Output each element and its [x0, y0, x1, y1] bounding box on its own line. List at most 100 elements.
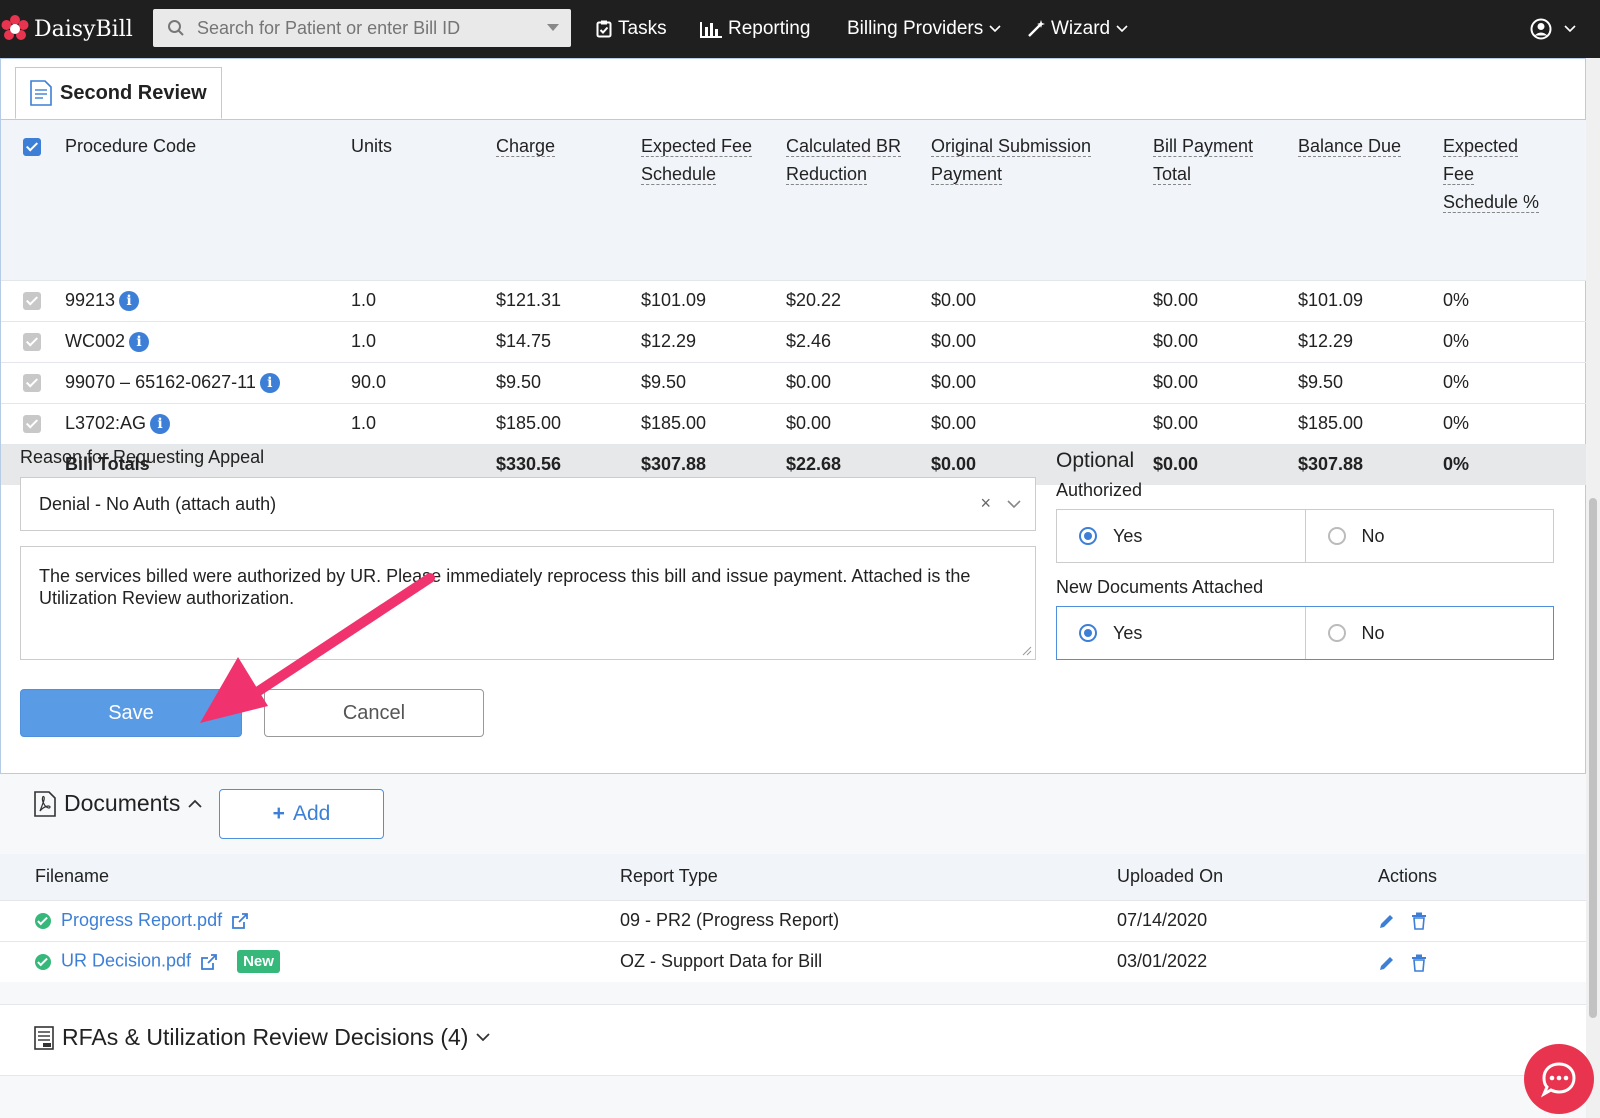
- new-docs-yes-radio[interactable]: Yes: [1057, 607, 1305, 659]
- row-checkbox[interactable]: [23, 333, 41, 352]
- procedures-table: Procedure Code Units Charge Expected Fee…: [1, 120, 1587, 485]
- check-circle-icon: [35, 953, 51, 970]
- external-link-icon[interactable]: [200, 953, 218, 971]
- scrollbar-thumb[interactable]: [1589, 498, 1597, 1018]
- brand[interactable]: DaisyBill: [0, 14, 150, 44]
- balance-cell: $12.29: [1298, 320, 1443, 362]
- nav-wizard[interactable]: Wizard: [1027, 0, 1134, 58]
- payment-cell: $0.00: [1153, 279, 1298, 321]
- charge-cell: $9.50: [496, 361, 641, 403]
- procedures-header-row: Procedure Code Units Charge Expected Fee…: [1, 120, 1587, 280]
- br-cell: $0.00: [786, 361, 931, 403]
- units-cell: 1.0: [351, 279, 496, 321]
- reason-select[interactable]: Denial - No Auth (attach auth) ×: [20, 477, 1036, 531]
- procedure-code: WC002: [65, 330, 126, 351]
- rfa-title: RFAs & Utilization Review Decisions (4): [62, 1024, 469, 1050]
- page-scrollbar[interactable]: [1586, 58, 1600, 1118]
- fee-cell: $185.00: [641, 402, 786, 444]
- tab-second-review[interactable]: Second Review: [15, 67, 222, 119]
- charge-cell: $121.31: [496, 279, 641, 321]
- header-bill-payment: Bill Payment Total: [1153, 136, 1254, 185]
- table-row: 99213 i 1.0 $121.31 $101.09 $20.22 $0.00 …: [1, 279, 1587, 321]
- chat-button[interactable]: [1524, 1044, 1594, 1114]
- header-expected-fee: Expected Fee Schedule: [641, 136, 753, 185]
- save-button[interactable]: Save: [20, 689, 242, 737]
- chevron-down-icon[interactable]: [1007, 492, 1021, 516]
- top-navigation: DaisyBill Tasks Reporting Billing Provid…: [0, 0, 1600, 58]
- total-payment: $0.00: [1153, 443, 1298, 485]
- nav-wizard-label: Wizard: [1051, 18, 1111, 39]
- documents-header-row: Filename Report Type Uploaded On Actions: [0, 854, 1586, 900]
- rfa-document-icon: [34, 1025, 54, 1050]
- info-icon[interactable]: i: [119, 291, 140, 312]
- trash-icon[interactable]: [1411, 912, 1427, 931]
- pct-cell: 0%: [1443, 402, 1587, 444]
- add-document-button[interactable]: + Add: [219, 789, 384, 839]
- resize-handle-icon[interactable]: [1022, 646, 1032, 656]
- units-cell: 1.0: [351, 320, 496, 362]
- authorized-no-radio[interactable]: No: [1304, 510, 1554, 562]
- total-balance: $307.88: [1298, 443, 1443, 485]
- select-all-checkbox[interactable]: [23, 138, 41, 157]
- pct-cell: 0%: [1443, 320, 1587, 362]
- edit-pencil-icon[interactable]: [1378, 954, 1396, 972]
- pct-cell: 0%: [1443, 279, 1587, 321]
- br-cell: $0.00: [786, 402, 931, 444]
- table-row: UR Decision.pdf New OZ - Support Data fo…: [0, 940, 1586, 982]
- user-avatar-icon: [1530, 18, 1552, 40]
- cancel-button[interactable]: Cancel: [264, 689, 484, 737]
- units-cell: 1.0: [351, 402, 496, 444]
- documents-section-toggle[interactable]: Documents: [34, 790, 210, 817]
- row-checkbox[interactable]: [23, 415, 41, 434]
- plus-icon: +: [272, 802, 285, 825]
- header-charge: Charge: [496, 136, 556, 157]
- search-dropdown-caret-icon[interactable]: [547, 24, 559, 31]
- orig-cell: $0.00: [931, 279, 1153, 321]
- charge-cell: $185.00: [496, 402, 641, 444]
- header-br-line1: Calculated BR: [786, 136, 902, 156]
- bar-chart-icon: [700, 22, 722, 38]
- trash-icon[interactable]: [1411, 954, 1427, 972]
- search-input[interactable]: [197, 17, 537, 39]
- balance-cell: $9.50: [1298, 361, 1443, 403]
- magic-wand-icon: [1028, 20, 1045, 37]
- header-pct-line2: Fee: [1443, 164, 1475, 185]
- payment-cell: $0.00: [1153, 402, 1298, 444]
- search-box[interactable]: [153, 9, 571, 47]
- nav-billing-providers[interactable]: Billing Providers: [847, 0, 1007, 58]
- appeal-message-textarea[interactable]: The services billed were authorized by U…: [20, 546, 1036, 660]
- header-orig-line2: Payment: [931, 164, 1003, 185]
- nav-billing-providers-label: Billing Providers: [847, 18, 984, 39]
- info-icon[interactable]: i: [129, 332, 150, 353]
- table-row: 99070 – 65162-0627-11 i 90.0 $9.50 $9.50 …: [1, 361, 1587, 403]
- header-units: Units: [351, 136, 393, 156]
- header-uploaded-on: Uploaded On: [1117, 854, 1378, 900]
- user-menu[interactable]: [1530, 0, 1582, 58]
- br-cell: $2.46: [786, 320, 931, 362]
- radio-selected-icon: [1079, 624, 1097, 642]
- external-link-icon[interactable]: [231, 912, 249, 930]
- clipboard-check-icon: [596, 20, 612, 38]
- optional-heading: Optional: [1056, 449, 1135, 472]
- info-icon[interactable]: i: [259, 373, 280, 394]
- rfa-section-toggle[interactable]: RFAs & Utilization Review Decisions (4): [34, 1024, 498, 1051]
- new-docs-radio-group: Yes No: [1056, 606, 1554, 660]
- row-checkbox[interactable]: [23, 292, 41, 311]
- nav-reporting[interactable]: Reporting: [700, 0, 810, 58]
- documents-table: Filename Report Type Uploaded On Actions…: [0, 854, 1586, 982]
- info-icon[interactable]: i: [150, 414, 171, 435]
- orig-cell: $0.00: [931, 402, 1153, 444]
- clear-icon[interactable]: ×: [980, 493, 991, 514]
- edit-pencil-icon[interactable]: [1378, 912, 1396, 930]
- fee-cell: $12.29: [641, 320, 786, 362]
- reason-select-value: Denial - No Auth (attach auth): [39, 493, 277, 514]
- procedure-code: 99213: [65, 289, 116, 310]
- new-docs-no-radio[interactable]: No: [1304, 607, 1554, 659]
- row-checkbox[interactable]: [23, 374, 41, 393]
- file-link[interactable]: UR Decision.pdf: [61, 951, 191, 971]
- authorized-yes-radio[interactable]: Yes: [1057, 510, 1305, 562]
- chevron-down-icon: [476, 1033, 491, 1042]
- file-link[interactable]: Progress Report.pdf: [61, 910, 222, 930]
- daisy-logo-icon: [1, 15, 29, 40]
- nav-tasks[interactable]: Tasks: [596, 0, 667, 58]
